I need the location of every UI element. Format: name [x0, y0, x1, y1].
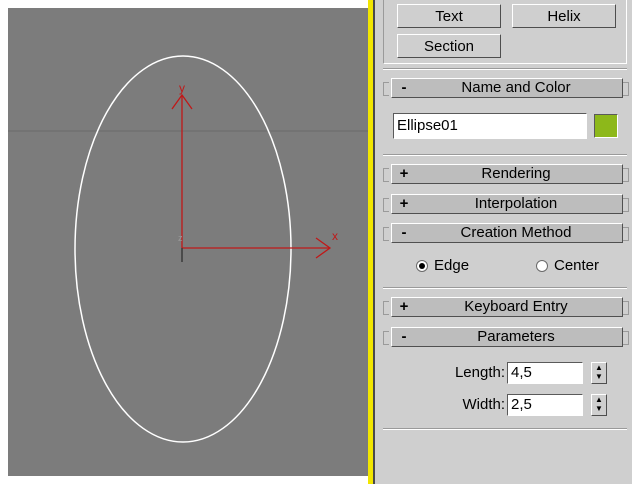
text-button[interactable]: Text [397, 4, 501, 28]
rollout-bracket-right [623, 301, 629, 315]
rollout-bracket-left [383, 227, 389, 241]
separator [383, 68, 627, 70]
command-panel: Text Helix Section - Name and Color Elli… [375, 0, 632, 484]
collapse-icon: - [401, 224, 407, 241]
center-radio[interactable] [536, 260, 548, 272]
rollout-bracket-right [623, 168, 629, 182]
transform-gizmo[interactable]: y x z [171, 81, 338, 262]
object-color-swatch[interactable] [594, 114, 618, 138]
expand-icon: + [399, 298, 409, 315]
rollout-title: Creation Method [460, 224, 572, 241]
width-spinner[interactable]: ▲ ▼ [591, 394, 607, 416]
expand-icon: + [399, 165, 409, 182]
collapse-icon: - [401, 328, 407, 345]
rollout-rendering[interactable]: + Rendering [391, 164, 623, 184]
rollout-bracket-left [383, 82, 389, 96]
rollout-bracket-right [623, 331, 629, 345]
viewport-canvas[interactable]: y x z [8, 8, 368, 476]
ellipse-shape[interactable] [74, 55, 292, 443]
length-field[interactable]: 4,5 [507, 362, 583, 384]
viewport[interactable]: y x z [8, 8, 368, 476]
rollout-name-and-color[interactable]: - Name and Color [391, 78, 623, 98]
width-label: Width: [462, 396, 505, 413]
separator [383, 154, 627, 156]
rollout-bracket-left [383, 198, 389, 212]
z-axis-label: z [178, 233, 183, 243]
spinner-down-icon[interactable]: ▼ [592, 404, 606, 413]
separator [383, 287, 627, 289]
edge-radio[interactable] [416, 260, 428, 272]
rollout-title: Rendering [481, 165, 551, 182]
rollout-title: Name and Color [461, 79, 571, 96]
rollout-creation-method[interactable]: - Creation Method [391, 223, 623, 243]
length-spinner[interactable]: ▲ ▼ [591, 362, 607, 384]
spinner-up-icon[interactable]: ▲ [592, 395, 606, 404]
collapse-icon: - [401, 79, 407, 96]
rollout-title: Interpolation [474, 195, 558, 212]
rollout-parameters[interactable]: - Parameters [391, 327, 623, 347]
y-axis-label: y [179, 81, 185, 95]
section-button[interactable]: Section [397, 34, 501, 58]
rollout-title: Parameters [477, 328, 555, 345]
helix-button[interactable]: Helix [512, 4, 616, 28]
rollout-bracket-left [383, 301, 389, 315]
rollout-interpolation[interactable]: + Interpolation [391, 194, 623, 214]
length-label: Length: [454, 364, 505, 381]
rollout-bracket-left [383, 168, 389, 182]
center-label[interactable]: Center [554, 257, 599, 274]
rollout-bracket-right [623, 227, 629, 241]
separator [383, 428, 627, 430]
expand-icon: + [399, 195, 409, 212]
rollout-keyboard-entry[interactable]: + Keyboard Entry [391, 297, 623, 317]
edge-label[interactable]: Edge [434, 257, 469, 274]
rollout-bracket-right [623, 198, 629, 212]
rollout-bracket-right [623, 82, 629, 96]
width-field[interactable]: 2,5 [507, 394, 583, 416]
x-axis-label: x [332, 229, 338, 243]
rollout-title: Keyboard Entry [464, 298, 568, 315]
spinner-up-icon[interactable]: ▲ [592, 363, 606, 372]
object-name-field[interactable]: Ellipse01 [393, 113, 587, 139]
spinner-down-icon[interactable]: ▼ [592, 372, 606, 381]
rollout-bracket-left [383, 331, 389, 345]
